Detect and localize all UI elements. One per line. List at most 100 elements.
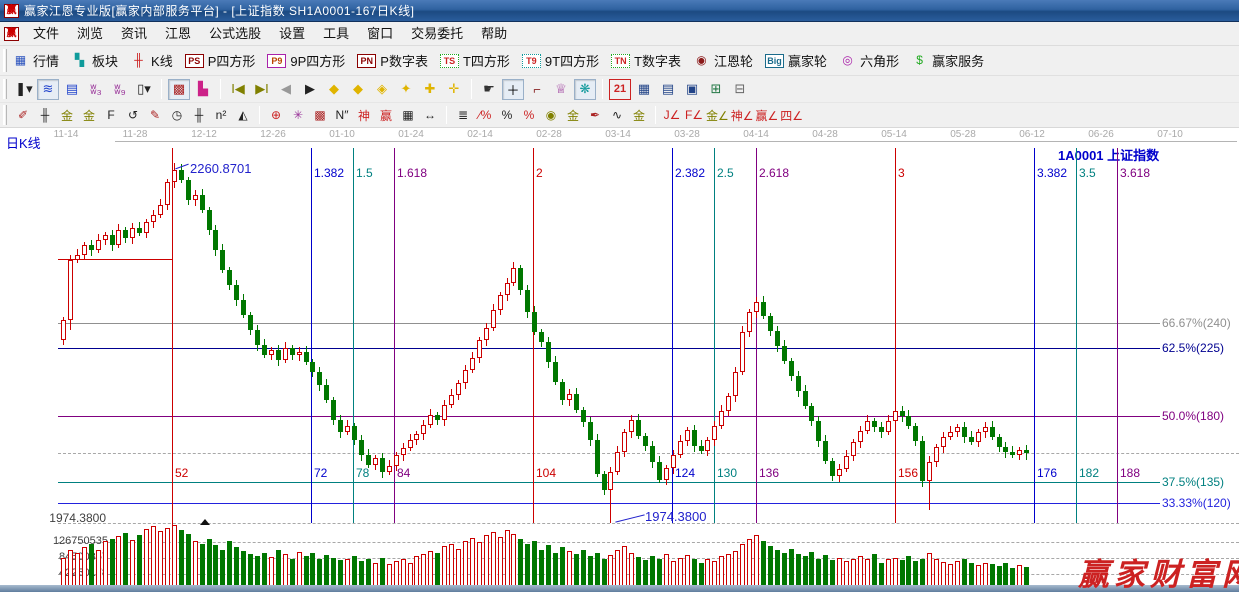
scale-ladder-tool[interactable]: ≣	[453, 106, 473, 125]
candle	[490, 309, 496, 328]
crosshair-tool[interactable]: ＋	[502, 78, 524, 100]
menu-file[interactable]: 文件	[24, 23, 68, 45]
date-axis-label: 05-28	[950, 129, 976, 140]
winner-wheel-button[interactable]: Big 赢家轮	[765, 51, 827, 70]
flag-pen-tool[interactable]: ✒	[585, 106, 605, 125]
notes-button[interactable]: ▤	[657, 79, 679, 100]
wave-channel-tool[interactable]: ∿	[607, 106, 627, 125]
menu-window[interactable]: 窗口	[358, 23, 402, 45]
menu-trade-order[interactable]: 交易委托	[402, 23, 472, 45]
title-bar[interactable]: 赢 赢家江恩专业版[赢家内部服务平台] - [上证指数 SH1A0001-167…	[0, 0, 1239, 22]
gann-target-tool[interactable]: ⊕	[266, 106, 286, 125]
bars-3-button[interactable]: ʬ₃	[85, 79, 107, 100]
trend-scribble-button[interactable]: ≋	[37, 78, 59, 100]
diamond-full-view-button[interactable]: ✛	[443, 79, 465, 100]
calculator-button[interactable]: ▦	[633, 79, 655, 100]
tick-ruler-2-tool[interactable]: ╫	[189, 106, 209, 125]
volume-profile-button[interactable]: ▙	[192, 79, 214, 100]
prev-bar-button[interactable]: ◀	[275, 79, 297, 100]
t-square-button[interactable]: TS T四方形	[439, 51, 510, 70]
angle-mirror-tool[interactable]: ◭	[233, 106, 253, 125]
save-button[interactable]: ▣	[681, 79, 703, 100]
t9-square-button[interactable]: T9 9T四方形	[521, 51, 599, 70]
menu-settings[interactable]: 设置	[270, 23, 314, 45]
angle-measure-tool[interactable]: ⌐	[526, 79, 548, 100]
network-button[interactable]: ⊞	[705, 79, 727, 100]
menu-tools[interactable]: 工具	[314, 23, 358, 45]
diamond-expand-h-button[interactable]: ◈	[371, 79, 393, 100]
percent-line-tool[interactable]: %	[519, 106, 539, 125]
candle	[677, 441, 683, 455]
sectors-button[interactable]: ▚ 板块	[71, 51, 118, 70]
menu-formula-stock-pick[interactable]: 公式选股	[200, 23, 270, 45]
gold-circle-tool[interactable]: ◉	[541, 106, 561, 125]
p-square-button[interactable]: PS P四方形	[184, 51, 255, 70]
calendar-button[interactable]: 21	[609, 78, 631, 100]
chart-style-dropdown[interactable]: ❚▾	[13, 79, 35, 100]
first-bar-button[interactable]: І◀	[227, 79, 249, 100]
t-number-button[interactable]: TN T数字表	[611, 51, 681, 70]
next-bar-button[interactable]: ▶	[299, 79, 321, 100]
time-clock-tool[interactable]: ◷	[167, 106, 187, 125]
percent-slash-tool[interactable]: ∕%	[475, 106, 495, 125]
candle	[241, 300, 247, 315]
spiral-tool[interactable]: ↺	[123, 106, 143, 125]
gold-angle-tool[interactable]: 金∠	[706, 106, 729, 125]
kline-chart[interactable]: 日K线 1A0001 上证指数 11-14 11-28 12-12 12-26 01-1…	[0, 128, 1239, 586]
shen-angle-tool[interactable]: 神∠	[731, 106, 754, 125]
kline-button[interactable]: ╫ K线	[130, 51, 172, 70]
candle	[365, 454, 371, 466]
k-marks-tool[interactable]: Ν″	[332, 106, 352, 125]
diamond-expand-all-button[interactable]: ✚	[419, 79, 441, 100]
red-brush-tool[interactable]: ✎	[145, 106, 165, 125]
n-squared-tool[interactable]: n²	[211, 106, 231, 125]
gold-line-tool[interactable]: 金	[563, 106, 583, 125]
f-grid-tool[interactable]: F	[101, 106, 121, 125]
gann-wheel-button[interactable]: ◉ 江恩轮	[693, 51, 753, 70]
crown-tool[interactable]: ♕	[550, 79, 572, 100]
ying-angle-tool[interactable]: 赢∠	[756, 106, 779, 125]
candle-style-dropdown[interactable]: ▯▾	[133, 79, 155, 100]
menu-browse[interactable]: 浏览	[68, 23, 112, 45]
quotes-button[interactable]: ▦ 行情	[12, 51, 59, 70]
matrix-red-button[interactable]: ▩	[168, 78, 190, 100]
gann-brush-tool[interactable]: ✐	[13, 106, 33, 125]
candle	[636, 420, 642, 437]
j-angle-tool[interactable]: J∠	[662, 106, 682, 125]
info-note-button[interactable]: ▤	[61, 79, 83, 100]
winner-service-button[interactable]: $ 赢家服务	[911, 51, 984, 70]
gann-ratio-label: 3	[898, 166, 905, 180]
web-grid-tool[interactable]: ❋	[574, 78, 596, 100]
hand-tool[interactable]: ☛	[478, 79, 500, 100]
percent-tool[interactable]: %	[497, 106, 517, 125]
diamond-compress-button[interactable]: ✦	[395, 79, 417, 100]
p9-square-button[interactable]: P9 9P四方形	[267, 51, 345, 70]
workstation-button[interactable]: ⊟	[729, 79, 751, 100]
star-web-tool[interactable]: ✳	[288, 106, 308, 125]
shen-grid-tool[interactable]: 神	[354, 106, 374, 125]
volume-bar	[948, 564, 954, 586]
width-arrow-tool[interactable]: ↔	[420, 106, 440, 125]
gold-grid-tool[interactable]: 金	[57, 106, 77, 125]
bars-9-button[interactable]: ʬ₉	[109, 79, 131, 100]
volume-bar	[504, 529, 510, 586]
red-web-tool[interactable]: ▩	[310, 106, 330, 125]
drawing-toolbar: ✐ ╫ 金金 F ↺ ✎ ◷ ╫ n² ◭ ⊕ ✳ ▩ Ν″ 神赢 ▦ ↔ ≣ ∕%%% ◉ 金 ✒ ∿ 金 J∠ F∠ 金∠ 神∠ 赢…	[0, 103, 1239, 128]
diamond-shift-right-button[interactable]: ◆	[347, 79, 369, 100]
last-bar-button[interactable]: ▶І	[251, 79, 273, 100]
diamond-shift-left-button[interactable]: ◆	[323, 79, 345, 100]
menu-news[interactable]: 资讯	[112, 23, 156, 45]
menu-help[interactable]: 帮助	[472, 23, 516, 45]
gold-underline-tool[interactable]: 金	[629, 106, 649, 125]
p-number-button[interactable]: PN P数字表	[357, 51, 428, 70]
ying-grid-tool[interactable]: 赢	[376, 106, 396, 125]
numbered-grid-tool[interactable]: ▦	[398, 106, 418, 125]
volume-bar	[927, 552, 933, 586]
f-angle-tool[interactable]: F∠	[684, 106, 704, 125]
gold-grid-2-tool[interactable]: 金	[79, 106, 99, 125]
menu-gann[interactable]: 江恩	[156, 23, 200, 45]
tick-ruler-tool[interactable]: ╫	[35, 106, 55, 125]
si-angle-tool[interactable]: 四∠	[780, 106, 803, 125]
candle	[421, 424, 427, 434]
hexagon-button[interactable]: ◎ 六角形	[839, 51, 899, 70]
